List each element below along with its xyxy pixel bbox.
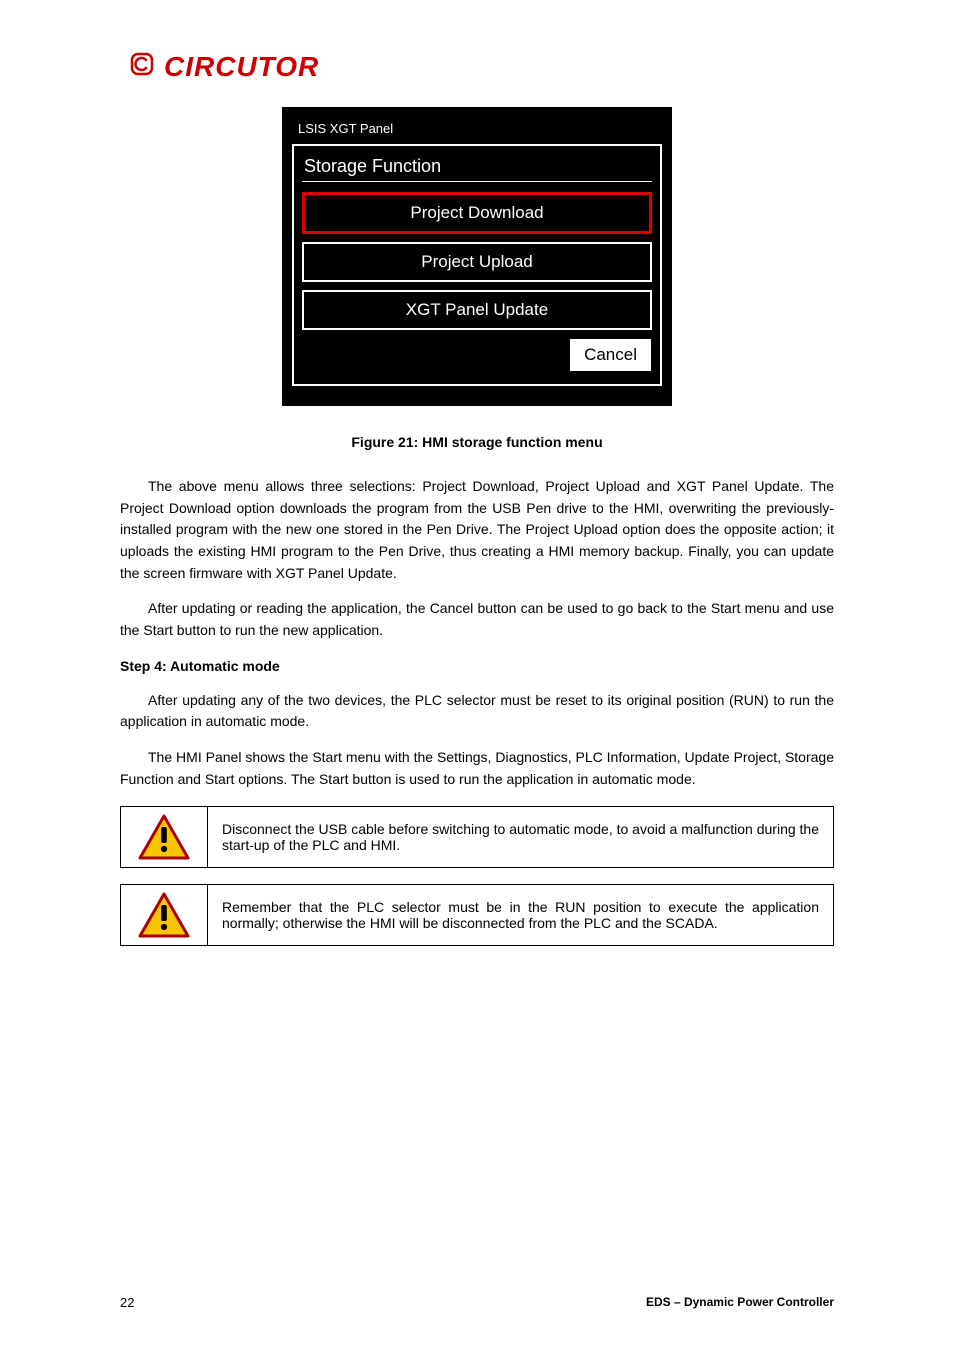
hmi-window-title: LSIS XGT Panel (292, 117, 662, 144)
hmi-storage-dialog: Storage Function Project Download Projec… (292, 144, 662, 386)
hmi-section-title: Storage Function (302, 152, 652, 182)
body-paragraph-1: The above menu allows three selections: … (120, 476, 834, 584)
page-footer: 22 EDS – Dynamic Power Controller (120, 1295, 834, 1310)
page-number: 22 (120, 1295, 134, 1310)
warning-text-2: Remember that the PLC selector must be i… (208, 885, 833, 945)
step4-title: Step 4: Automatic mode (120, 656, 834, 678)
xgt-panel-update-button[interactable]: XGT Panel Update (302, 290, 652, 330)
warning-box-2: Remember that the PLC selector must be i… (120, 884, 834, 946)
warning-text-1: Disconnect the USB cable before switchin… (208, 807, 833, 867)
hmi-panel-figure: LSIS XGT Panel Storage Function Project … (282, 107, 672, 406)
step4-paragraph-1: After updating any of the two devices, t… (120, 690, 834, 733)
warning-icon (121, 807, 208, 867)
brand-logo: CIRCUTOR (128, 50, 834, 83)
cancel-button[interactable]: Cancel (569, 338, 652, 372)
brand-name: CIRCUTOR (164, 51, 319, 83)
doc-reference: EDS – Dynamic Power Controller (646, 1295, 834, 1310)
project-download-button[interactable]: Project Download (302, 192, 652, 234)
project-upload-button[interactable]: Project Upload (302, 242, 652, 282)
warning-icon (121, 885, 208, 945)
brand-logo-icon (128, 50, 156, 83)
figure-caption: Figure 21: HMI storage function menu (120, 434, 834, 450)
warning-box-1: Disconnect the USB cable before switchin… (120, 806, 834, 868)
body-paragraph-2: After updating or reading the applicatio… (120, 598, 834, 641)
step4-paragraph-2: The HMI Panel shows the Start menu with … (120, 747, 834, 790)
